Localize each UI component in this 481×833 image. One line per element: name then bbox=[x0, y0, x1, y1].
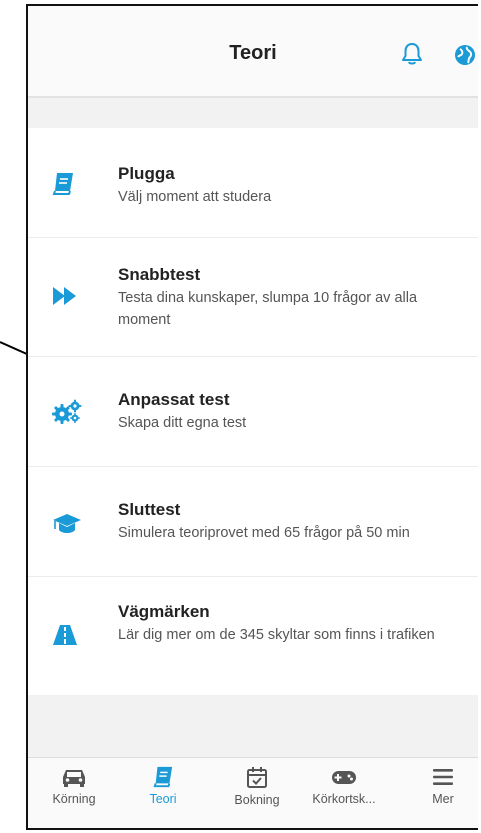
bottom-tab-bar: Körning Teori Bokning Körkortsk... Mer bbox=[28, 757, 478, 828]
phone-screen: Teori Plugga Välj moment att studera Sna… bbox=[26, 4, 478, 830]
road-icon bbox=[52, 624, 78, 651]
item-subtitle: Skapa ditt egna test bbox=[118, 415, 247, 431]
tab-mer[interactable]: Mer bbox=[403, 766, 478, 806]
car-icon bbox=[63, 770, 85, 787]
book-icon bbox=[52, 172, 74, 201]
list-item-anpassat-test[interactable]: Anpassat test Skapa ditt egna test bbox=[28, 357, 478, 467]
fast-forward-icon bbox=[52, 286, 78, 311]
tab-label: Körkortsk... bbox=[312, 792, 376, 806]
tab-korkortsk[interactable]: Körkortsk... bbox=[304, 766, 384, 806]
tab-label: Mer bbox=[432, 792, 454, 806]
gears-icon bbox=[52, 399, 82, 430]
gamepad-icon bbox=[332, 771, 356, 784]
list-item-sluttest[interactable]: Sluttest Simulera teoriprovet med 65 frå… bbox=[28, 467, 478, 577]
item-title: Snabbtest bbox=[118, 265, 201, 284]
list-item-vagmarken[interactable]: Vägmärken Lär dig mer om de 345 skyltar … bbox=[28, 577, 478, 695]
bell-icon[interactable] bbox=[401, 42, 423, 71]
item-title: Plugga bbox=[118, 164, 175, 183]
menu-icon bbox=[433, 769, 453, 785]
item-subtitle: Simulera teoriprovet med 65 frågor på 50… bbox=[118, 525, 410, 541]
list-item-snabbtest[interactable]: Snabbtest Testa dina kunskaper, slumpa 1… bbox=[28, 238, 478, 357]
globe-icon[interactable] bbox=[454, 44, 476, 71]
tab-teori[interactable]: Teori bbox=[123, 766, 203, 806]
calendar-check-icon bbox=[247, 767, 267, 788]
tab-bokning[interactable]: Bokning bbox=[217, 766, 297, 807]
item-title: Sluttest bbox=[118, 500, 181, 519]
menu-list: Plugga Välj moment att studera Snabbtest… bbox=[28, 128, 478, 695]
tab-label: Bokning bbox=[234, 793, 280, 807]
item-subtitle: Välj moment att studera bbox=[118, 189, 272, 205]
tab-korning[interactable]: Körning bbox=[34, 766, 114, 806]
item-title: Vägmärken bbox=[118, 602, 210, 621]
list-item-plugga[interactable]: Plugga Välj moment att studera bbox=[28, 128, 478, 238]
app-header: Teori bbox=[28, 6, 478, 98]
item-title: Anpassat test bbox=[118, 390, 230, 409]
tab-label: Körning bbox=[52, 792, 96, 806]
tab-label: Teori bbox=[149, 792, 177, 806]
item-subtitle: Testa dina kunskaper, slumpa 10 frågor a… bbox=[118, 290, 418, 328]
graduation-cap-icon bbox=[52, 513, 82, 540]
item-subtitle: Lär dig mer om de 345 skyltar som finns … bbox=[118, 627, 435, 643]
book-icon bbox=[153, 766, 173, 788]
